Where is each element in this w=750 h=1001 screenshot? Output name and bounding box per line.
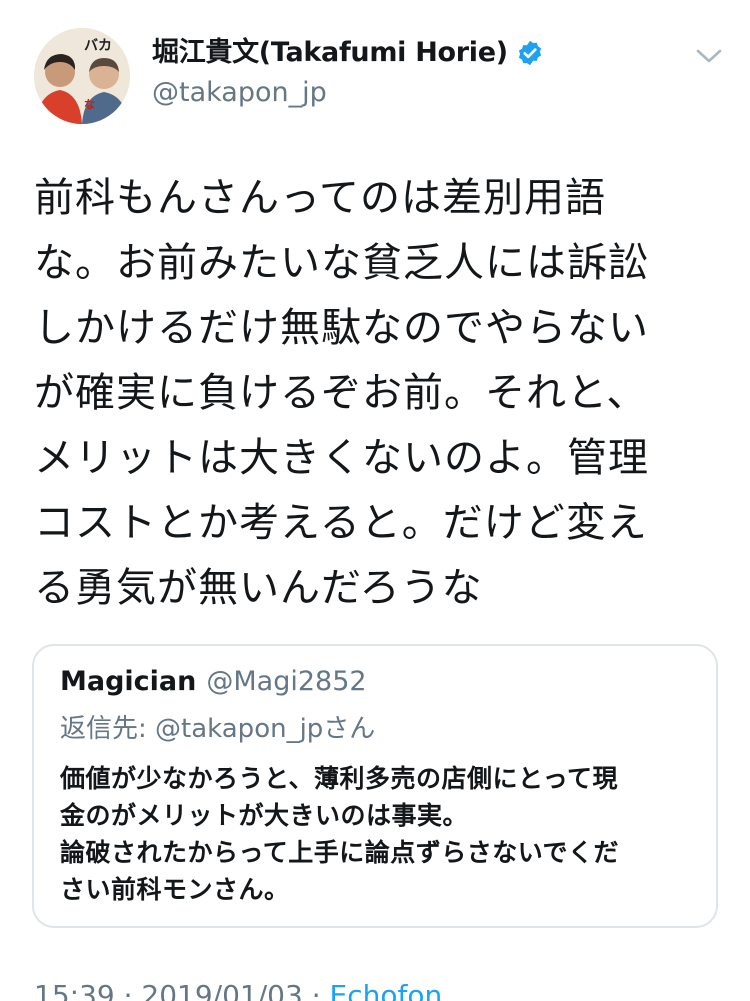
quoted-tweet[interactable]: Magician @Magi2852 返信先: @takapon_jpさん 価値…	[32, 644, 718, 928]
quoted-tweet-header: Magician @Magi2852	[60, 666, 690, 706]
quoted-author-handle: @Magi2852	[206, 666, 367, 697]
quoted-reply-to: 返信先: @takapon_jpさん	[60, 714, 376, 744]
quoted-tweet-text: 価値が少なかろうと、薄利多売の店側にとって現 金のがメリットが大きいのは事実。 …	[60, 764, 620, 904]
author-names: 堀江貴文(Takafumi Horie) @takapon_jp	[152, 34, 544, 112]
meta-separator: ·	[123, 979, 133, 1001]
quoted-author-name: Magician	[60, 666, 197, 697]
meta-separator-2: ·	[311, 979, 321, 1001]
author-handle[interactable]: @takapon_jp	[152, 74, 544, 112]
avatar[interactable]: バカ な	[34, 28, 130, 124]
tweet-card: バカ な 堀江貴文(Takafumi Horie) @takapon_jp 前科…	[0, 0, 750, 1001]
display-name[interactable]: 堀江貴文(Takafumi Horie)	[152, 34, 508, 72]
chevron-down-icon[interactable]	[694, 44, 724, 68]
tweet-text: 前科もんさんってのは差別用語 な。お前みたいな貧乏人には訴訟 しかけるだけ無駄な…	[34, 175, 649, 611]
tweet-date[interactable]: 2019/01/03	[141, 979, 302, 1001]
avatar-image: バカ な	[34, 28, 130, 124]
verified-badge-icon	[516, 39, 544, 67]
svg-text:バカ: バカ	[84, 38, 112, 54]
tweet-source-link[interactable]: Echofon	[330, 979, 443, 1001]
tweet-time[interactable]: 15:39	[34, 979, 115, 1001]
tweet-meta: 15:39 · 2019/01/03 · Echofon	[34, 976, 442, 1001]
svg-text:な: な	[84, 98, 95, 111]
display-name-row: 堀江貴文(Takafumi Horie)	[152, 34, 544, 72]
